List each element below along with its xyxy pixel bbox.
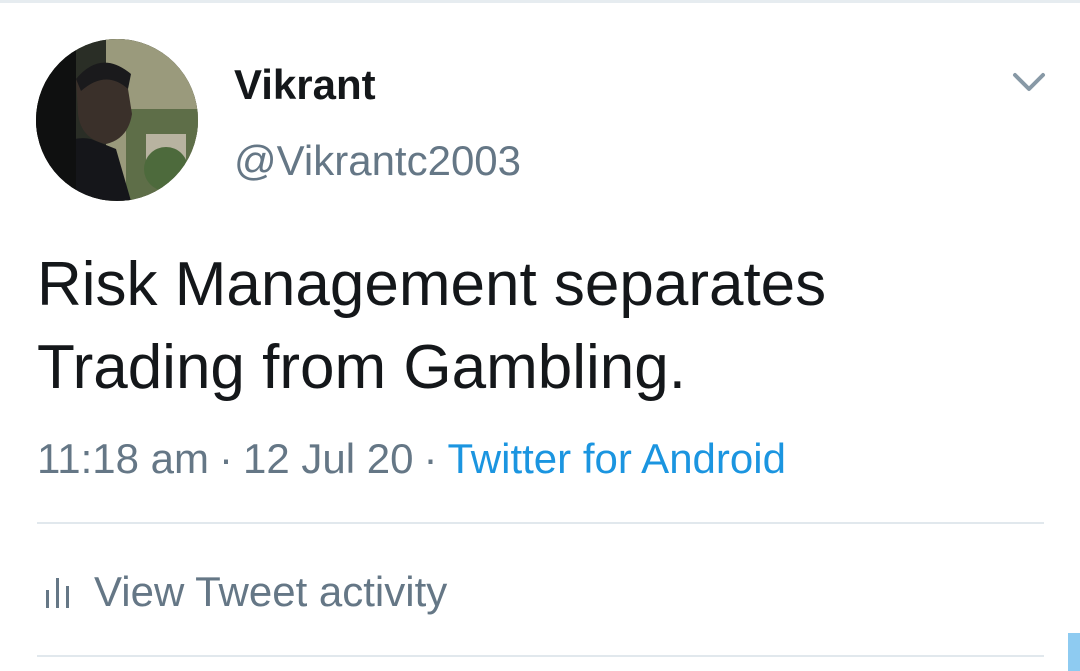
scrollbar-thumb[interactable] (1068, 633, 1080, 671)
top-divider (0, 0, 1080, 3)
meta-separator: · (219, 435, 233, 482)
bar-chart-icon (46, 578, 69, 608)
tweet-time[interactable]: 11:18 am (37, 435, 209, 482)
avatar-photo (36, 39, 198, 201)
tweet-source-link[interactable]: Twitter for Android (447, 435, 785, 482)
divider (37, 522, 1044, 524)
view-tweet-activity-label: View Tweet activity (94, 568, 448, 615)
author-name[interactable]: Vikrant (234, 60, 376, 110)
tweet-text: Risk Management separates Trading from G… (37, 250, 827, 402)
view-tweet-activity-button[interactable]: View Tweet activity (44, 565, 447, 619)
divider (37, 655, 1044, 657)
chevron-down-icon[interactable] (1005, 63, 1053, 103)
author-handle[interactable]: @Vikrantc2003 (234, 136, 521, 186)
avatar[interactable] (36, 39, 198, 201)
meta-separator: · (423, 435, 438, 482)
tweet-date[interactable]: 12 Jul 20 (243, 435, 413, 482)
tweet-meta: 11:18 am · 12 Jul 20 · Twitter for Android (37, 434, 786, 484)
